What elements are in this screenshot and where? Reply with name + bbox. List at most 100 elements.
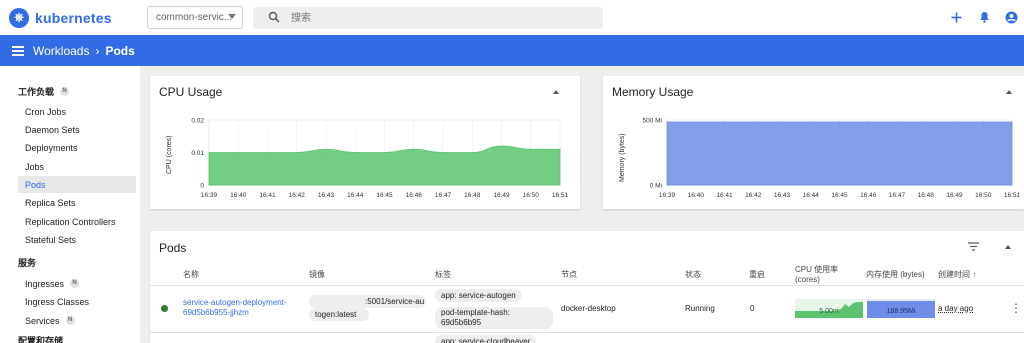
cpu-value: 5.00m [819,308,839,315]
data-point [296,151,298,154]
data-point [810,121,812,123]
search-input[interactable] [291,9,571,27]
namespaced-badge: N [60,87,70,96]
col-memory: 内存使用 (bytes) [866,270,925,279]
data-point [208,151,210,154]
breadcrumb-workloads[interactable]: Workloads [33,44,89,58]
namespace-select[interactable]: common-servic... [147,6,243,29]
data-point [723,121,726,123]
x-tick-label: 16:46 [860,192,877,199]
col-cpu: CPU 使用率 (cores) [795,265,839,284]
col-image: 镜像 [309,270,325,279]
sidebar-item-daemon-sets[interactable]: Daemon Sets [18,121,136,138]
sidebar-item-replica-sets[interactable]: Replica Sets [18,194,136,211]
sidebar-section-config[interactable]: 配置和存储 [18,334,63,343]
namespace-value: common-servic... [156,12,233,23]
more-vert-icon[interactable]: ⋮ [1010,301,1022,315]
app-logo[interactable]: ⎈ kubernetes [9,7,112,28]
data-point [559,148,561,150]
data-point [442,151,444,154]
col-node[interactable]: 节点 [561,269,577,280]
pod-name-line1[interactable]: service-autogen-deployment- [183,298,287,307]
sidebar-section-workloads[interactable]: 工作负载 N [18,85,70,98]
label-chip-hash: pod-template-hash: 69d5b6b955 [435,307,553,329]
series-area [666,121,1013,186]
x-tick-label: 16:49 [493,192,510,199]
x-tick-label: 16:40 [688,192,705,199]
image-chip-line2: togen:latest [309,308,369,321]
pods-card: Pods 名称 镜像 标签 节点 状态 重启 CPU 使用率 (cores) 内… [150,231,1024,343]
y-tick-label: 0.01 [191,150,204,157]
x-tick-label: 16:45 [376,192,393,199]
data-point [237,151,239,154]
memory-value: 188.95Mi [887,308,916,315]
sidebar-item-pods[interactable]: Pods [18,176,136,193]
data-point [354,151,356,154]
data-point [838,121,841,123]
sidebar-item-stateful-sets[interactable]: Stateful Sets [18,231,136,248]
bell-icon [979,12,989,23]
row-divider [150,332,1024,333]
memory-chart: 0 Mi 500 Mi 16:39 16:40 16:41 16:42 16:43 16:44… [642,118,1020,200]
memory-sparkline: 188.95Mi [867,299,935,318]
sidebar-item-jobs[interactable]: Jobs [18,158,136,175]
header-divider [150,285,1024,286]
x-tick-label: 16:45 [831,192,848,199]
sidebar-item-replication-controllers[interactable]: Replication Controllers [18,213,136,230]
pods-card-title: Pods [159,241,187,255]
label-chip-app: app: service-autogen [435,289,522,302]
pod-restarts: 0 [750,304,755,313]
account-button[interactable] [998,4,1024,30]
top-bar: ⎈ kubernetes common-servic... [0,0,1024,35]
create-button[interactable] [943,4,969,30]
data-point [471,151,473,154]
y-tick-label: 0.02 [191,118,204,125]
y-tick-label: 500 Mi [642,118,662,125]
data-point [666,121,668,123]
data-point [383,151,386,154]
data-point [752,121,754,123]
y-tick-label: 0 Mi [650,183,662,190]
search-bar[interactable] [253,7,603,29]
x-tick-label: 16:46 [406,192,423,199]
x-tick-label: 16:48 [918,192,935,199]
x-tick-label: 16:43 [774,192,791,199]
sidebar-item-ingresses[interactable]: Ingresses N [18,275,136,292]
x-tick-label: 16:48 [464,192,481,199]
data-point [982,121,984,123]
x-tick-label: 16:42 [289,192,306,199]
col-created[interactable]: 创建时间 ↑ [938,269,976,280]
col-name[interactable]: 名称 [183,269,199,280]
pod-name-line2[interactable]: 69d5b6b955-jjhzm [183,308,249,317]
data-point [896,121,898,123]
sidebar-section-services[interactable]: 服务 [18,256,36,269]
filter-icon[interactable] [968,242,979,251]
notifications-button[interactable] [971,4,997,30]
plus-icon [951,12,961,22]
cpu-sparkline: 5.00m [795,299,863,318]
x-tick-label: 16:47 [435,192,452,199]
x-tick-label: 16:50 [975,192,992,199]
y-tick-label: 0 [200,183,204,190]
sidebar: 工作负载 N Cron Jobs Daemon Sets Deployments… [0,66,140,343]
image-chip-line1: :5001/service-au [309,295,426,308]
x-tick-label: 16:44 [803,192,820,199]
sidebar-item-ingress-classes[interactable]: Ingress Classes [18,293,136,310]
collapse-pods-icon[interactable] [1005,245,1011,249]
col-status[interactable]: 状态 [685,269,701,280]
data-point [953,121,956,123]
data-point [867,121,869,123]
data-point [781,121,783,123]
sidebar-item-cron-jobs[interactable]: Cron Jobs [18,103,136,120]
data-point [1011,121,1013,123]
data-point [413,148,415,150]
sidebar-item-services[interactable]: Services N [18,312,136,329]
x-tick-label: 16:41 [259,192,276,199]
menu-icon[interactable] [12,45,24,56]
app-title: kubernetes [35,9,112,26]
data-point [530,148,532,150]
breadcrumb-current: Pods [105,43,135,58]
sidebar-item-deployments[interactable]: Deployments [18,139,136,156]
breadcrumb: Workloads › Pods [33,44,135,58]
x-tick-label: 16:47 [889,192,906,199]
